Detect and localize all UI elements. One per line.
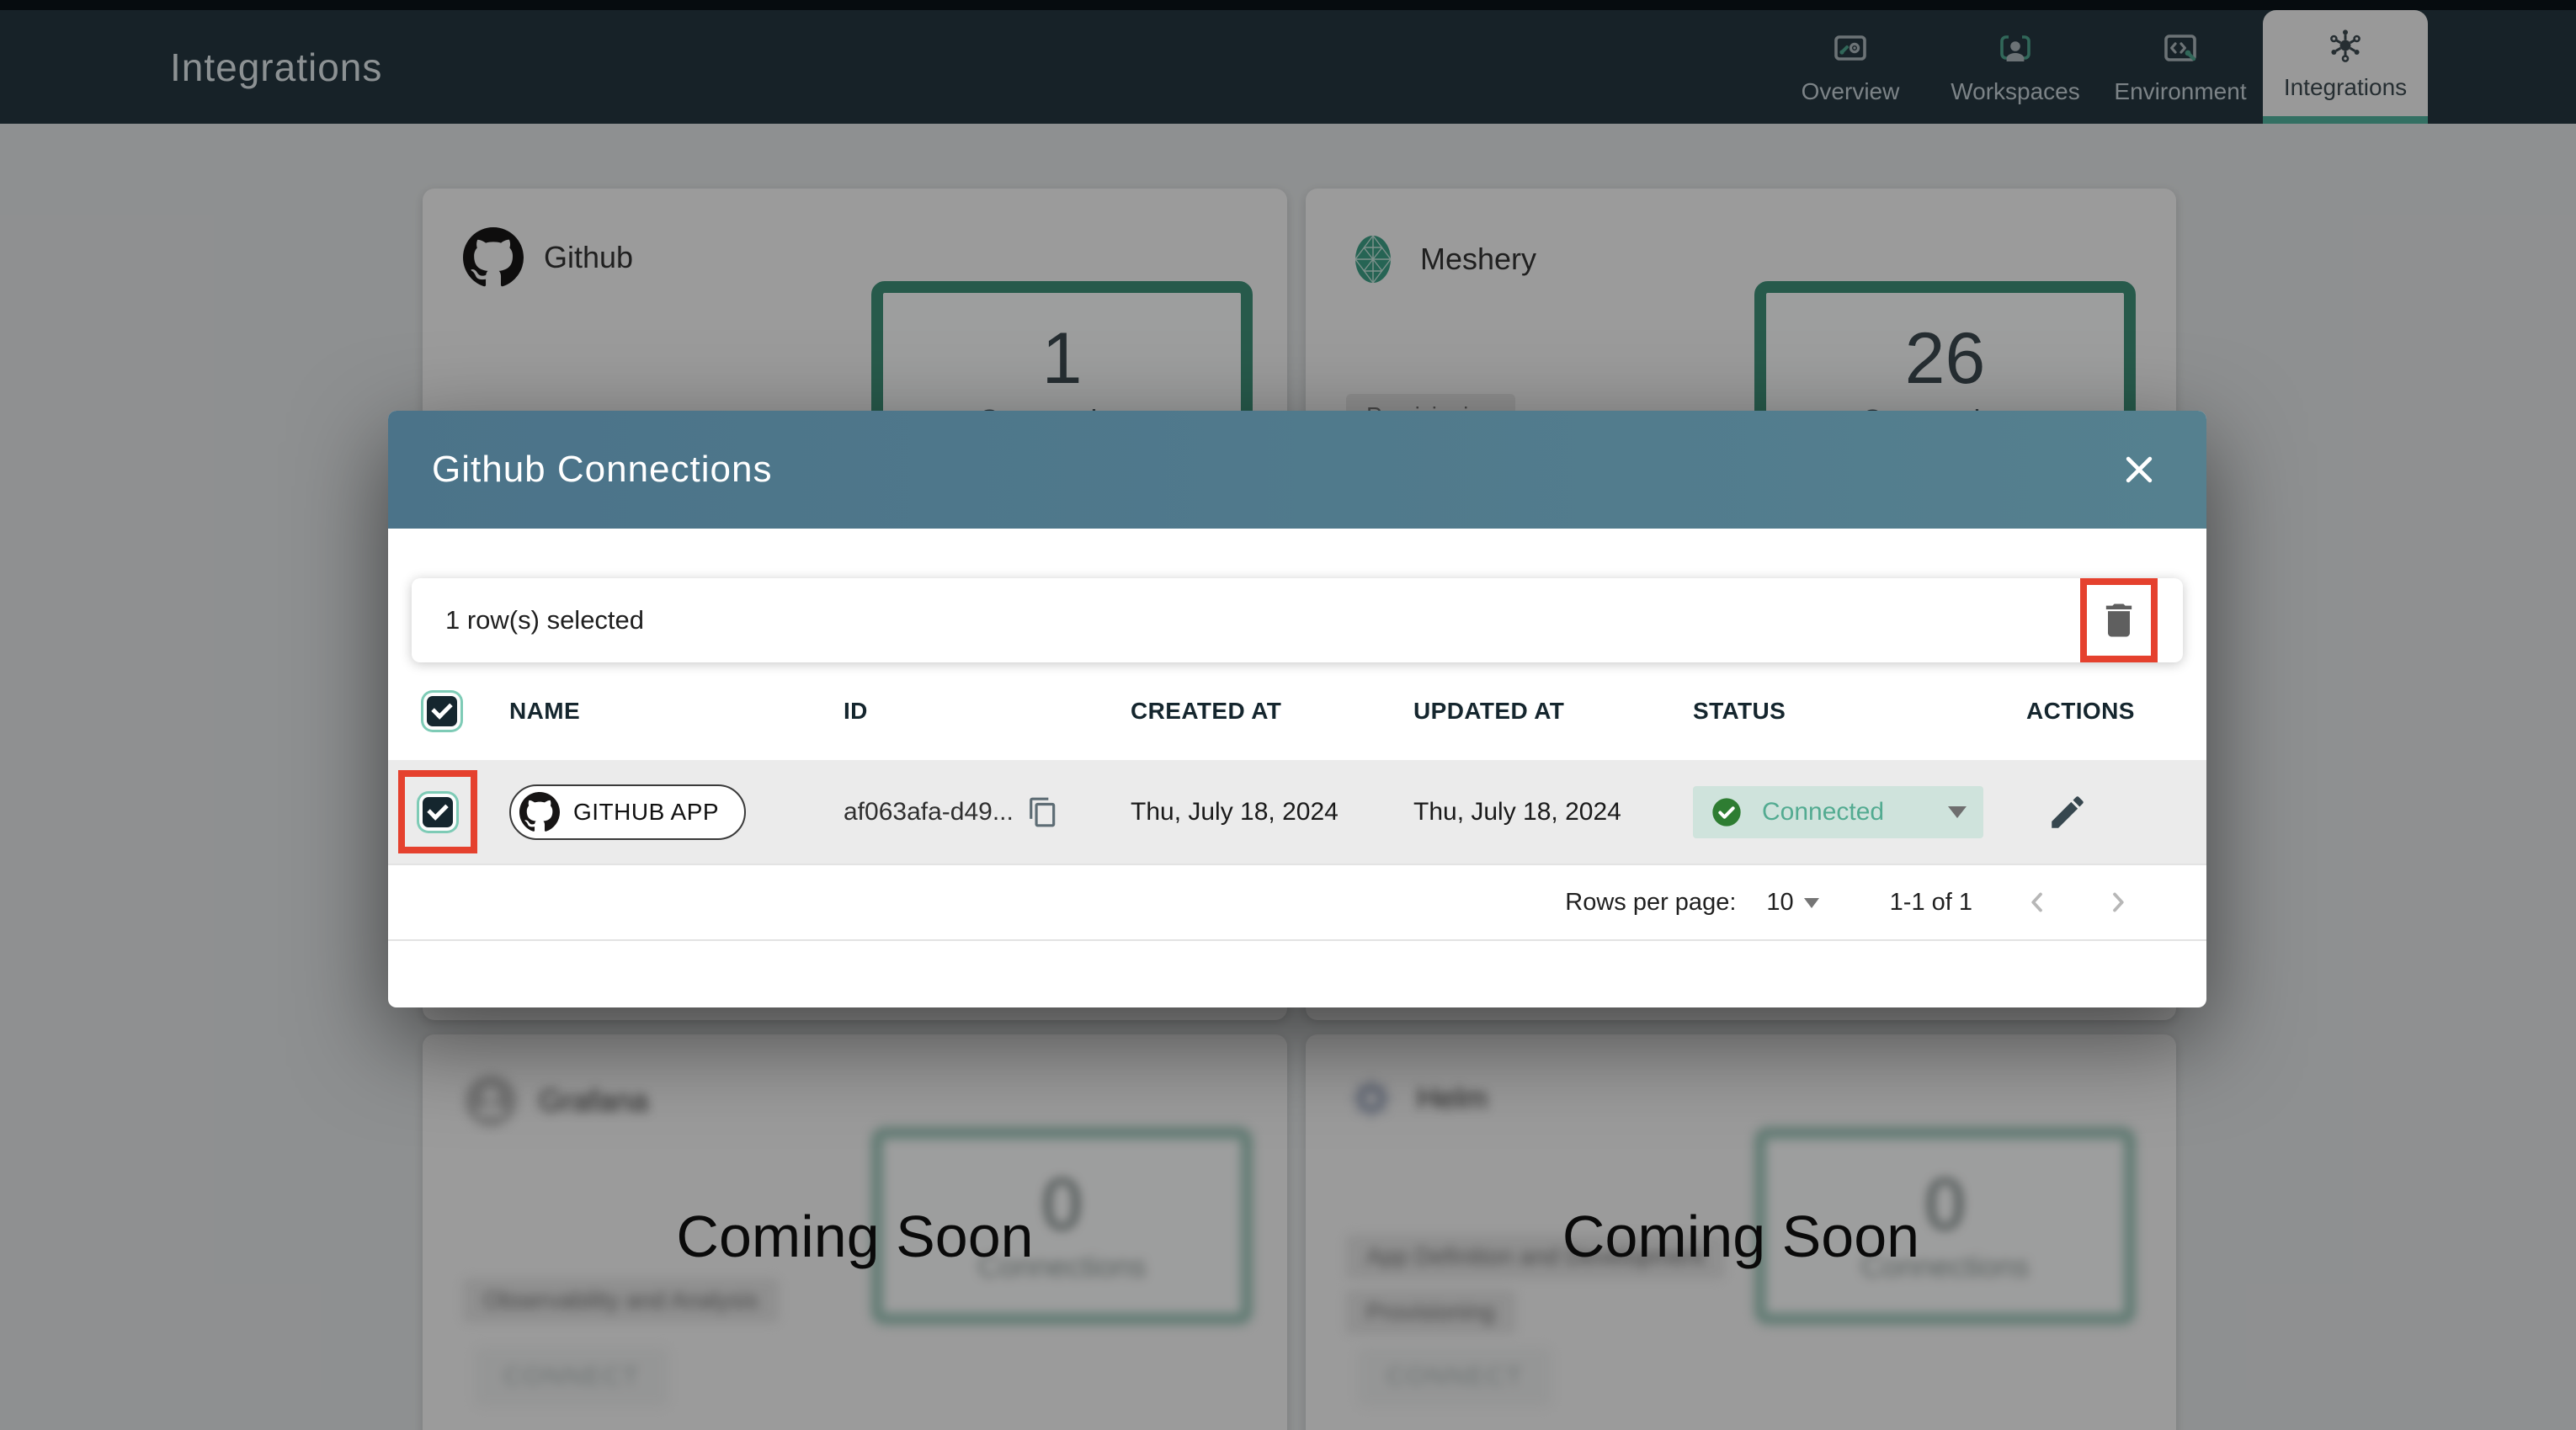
copy-icon[interactable] (1027, 796, 1059, 828)
modal-title: Github Connections (432, 449, 773, 490)
col-name: NAME (509, 698, 581, 724)
chevron-down-icon (1948, 806, 1967, 827)
table-header: NAME ID CREATED AT UPDATED AT STATUS ACT… (388, 662, 2206, 760)
connection-id: af063afa-d49... (844, 797, 1014, 826)
col-actions: ACTIONS (2026, 698, 2135, 724)
checkbox-annotation-box (398, 770, 477, 853)
col-updated-at: UPDATED AT (1413, 698, 1565, 724)
github-icon (519, 791, 560, 832)
trash-icon[interactable] (2097, 598, 2141, 642)
edit-icon[interactable] (2046, 791, 2089, 833)
selection-toolbar: 1 row(s) selected (412, 578, 2183, 662)
updated-at-value: Thu, July 18, 2024 (1413, 797, 1621, 826)
col-id: ID (844, 698, 868, 724)
selected-count-label: 1 row(s) selected (445, 605, 645, 635)
check-circle-icon (1712, 797, 1741, 827)
col-created-at: CREATED AT (1131, 698, 1282, 724)
col-status: STATUS (1693, 698, 1786, 724)
previous-page-icon[interactable] (2021, 886, 2053, 918)
next-page-icon[interactable] (2102, 886, 2134, 918)
delete-annotation-box (2080, 578, 2158, 662)
pagination-range: 1-1 of 1 (1889, 888, 1972, 916)
select-all-checkbox[interactable] (427, 696, 457, 726)
close-icon[interactable] (2116, 446, 2163, 493)
rows-per-page-select[interactable]: 10 (1766, 889, 1819, 917)
table-pagination: Rows per page: 10 1-1 of 1 (388, 864, 2206, 941)
github-connections-modal: Github Connections 1 row(s) selected NAM… (388, 411, 2206, 1007)
modal-header: Github Connections (388, 411, 2206, 529)
connection-name-chip[interactable]: GITHUB APP (509, 784, 747, 840)
table-row: GITHUB APP af063afa-d49... Thu, July 18,… (388, 760, 2206, 864)
connection-name: GITHUB APP (573, 798, 720, 825)
chevron-down-icon (1803, 897, 1819, 916)
status-select[interactable]: Connected (1693, 785, 1983, 838)
status-badge: Connected (1762, 797, 1885, 826)
rows-per-page-label: Rows per page: (1565, 888, 1737, 916)
created-at-value: Thu, July 18, 2024 (1131, 797, 1339, 826)
row-checkbox[interactable] (423, 796, 453, 827)
